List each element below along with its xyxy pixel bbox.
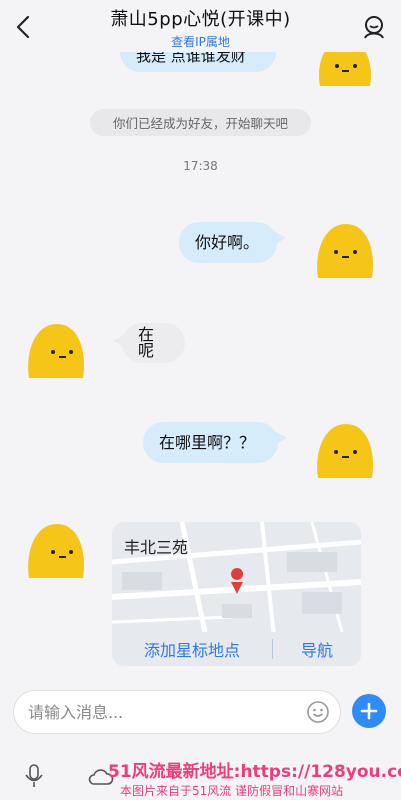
message-bubble[interactable]: 在呢: [122, 323, 185, 363]
message-text: 你好啊。: [195, 232, 260, 252]
message-input[interactable]: [28, 702, 288, 722]
smiley-icon[interactable]: [306, 700, 330, 724]
contact-avatar[interactable]: [25, 320, 87, 382]
watermark-line-2: 本图片来自于51风流 谨防假冒和山寨网站: [120, 784, 344, 798]
watermark-line-1: 51风流最新地址:https://128you.cc: [108, 762, 401, 782]
location-title: 丰北三苑: [124, 538, 189, 557]
timestamp: 17:38: [183, 159, 218, 173]
message-text: 在哪里啊？？: [159, 432, 256, 452]
self-avatar[interactable]: [314, 220, 376, 282]
message-list[interactable]: 我是 点谁谁发财 你们已经成为好友，开始聊天吧 17:38 你好啊。 在呢 在哪…: [0, 0, 401, 680]
system-message: 你们已经成为好友，开始聊天吧: [90, 109, 311, 136]
chat-header: 萧山5pp心悦(开课中) 查看IP属地: [0, 0, 401, 52]
message-input-bar[interactable]: [13, 690, 341, 734]
message-bubble[interactable]: 在哪里啊？？: [143, 422, 278, 463]
user-avatar-icon[interactable]: [361, 14, 387, 40]
bubble-tail: [272, 230, 286, 246]
message-text: 在呢: [138, 325, 155, 360]
chat-screen: 我是 点谁谁发财 你们已经成为好友，开始聊天吧 17:38 你好啊。 在呢 在哪…: [0, 0, 401, 800]
location-actions: 添加星标地点 导航: [112, 632, 361, 666]
self-avatar[interactable]: [314, 420, 376, 482]
microphone-icon[interactable]: [24, 764, 44, 788]
location-card[interactable]: 丰北三苑 添加星标地点 导航: [112, 522, 361, 666]
ip-location-link[interactable]: 查看IP属地: [0, 33, 401, 50]
contact-avatar[interactable]: [25, 520, 87, 582]
message-bubble[interactable]: 你好啊。: [179, 222, 277, 263]
add-star-location-button[interactable]: 添加星标地点: [112, 637, 272, 661]
bubble-tail: [273, 430, 287, 446]
chat-title: 萧山5pp心悦(开课中): [110, 9, 291, 30]
plus-button[interactable]: [352, 694, 386, 728]
plus-icon: [360, 702, 378, 720]
navigate-button[interactable]: 导航: [273, 637, 361, 661]
